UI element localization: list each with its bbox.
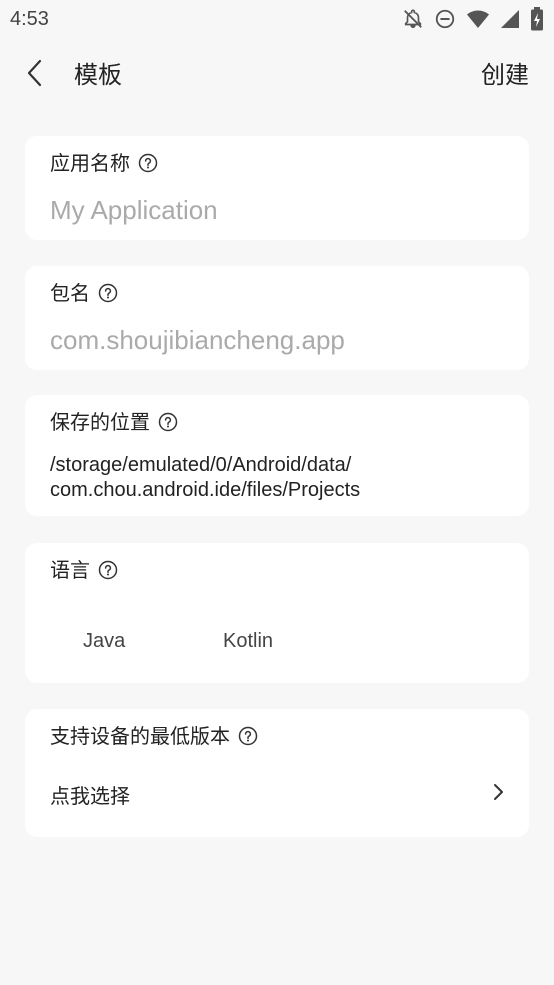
page-title: 模板 bbox=[74, 61, 122, 89]
package-name-input[interactable] bbox=[50, 322, 504, 358]
notifications-off-icon bbox=[402, 8, 424, 30]
min-version-card: 支持设备的最低版本 点我选择 bbox=[25, 709, 529, 837]
chevron-left-icon bbox=[25, 58, 45, 92]
language-label: 语言 bbox=[50, 558, 90, 582]
help-icon[interactable] bbox=[238, 726, 258, 746]
save-location-card: 保存的位置 /storage/emulated/0/Android/data/ … bbox=[25, 395, 529, 516]
package-name-label-row: 包名 bbox=[50, 280, 118, 306]
save-location-label-row: 保存的位置 bbox=[50, 409, 178, 435]
app-bar: 模板 创建 bbox=[0, 50, 554, 100]
app-name-label-row: 应用名称 bbox=[50, 150, 158, 176]
min-version-label-row: 支持设备的最低版本 bbox=[50, 723, 258, 749]
help-icon[interactable] bbox=[138, 153, 158, 173]
language-label-row: 语言 bbox=[50, 557, 118, 583]
status-icons bbox=[402, 7, 544, 31]
status-time: 4:53 bbox=[10, 7, 49, 30]
help-icon[interactable] bbox=[158, 412, 178, 432]
back-button[interactable] bbox=[18, 58, 52, 92]
app-name-label: 应用名称 bbox=[50, 151, 130, 175]
help-icon[interactable] bbox=[98, 560, 118, 580]
signal-icon bbox=[500, 9, 520, 29]
app-name-input[interactable] bbox=[50, 192, 504, 228]
wifi-icon bbox=[466, 8, 490, 30]
package-name-card: 包名 bbox=[25, 266, 529, 370]
battery-icon bbox=[530, 7, 544, 31]
language-option-kotlin[interactable]: Kotlin bbox=[223, 627, 273, 655]
language-option-java[interactable]: Java bbox=[83, 627, 125, 655]
chevron-right-icon bbox=[492, 782, 504, 806]
create-button[interactable]: 创建 bbox=[481, 58, 529, 92]
app-name-card: 应用名称 bbox=[25, 136, 529, 240]
min-version-label: 支持设备的最低版本 bbox=[50, 724, 230, 748]
min-version-select-text: 点我选择 bbox=[50, 783, 130, 808]
language-card: 语言 Java Kotlin bbox=[25, 543, 529, 683]
save-location-label: 保存的位置 bbox=[50, 410, 150, 434]
status-bar: 4:53 bbox=[0, 0, 554, 38]
save-location-path[interactable]: /storage/emulated/0/Android/data/ com.ch… bbox=[50, 453, 504, 503]
min-version-select[interactable]: 点我选择 bbox=[50, 779, 504, 809]
do-not-disturb-icon bbox=[434, 8, 456, 30]
help-icon[interactable] bbox=[98, 283, 118, 303]
package-name-label: 包名 bbox=[50, 281, 90, 305]
